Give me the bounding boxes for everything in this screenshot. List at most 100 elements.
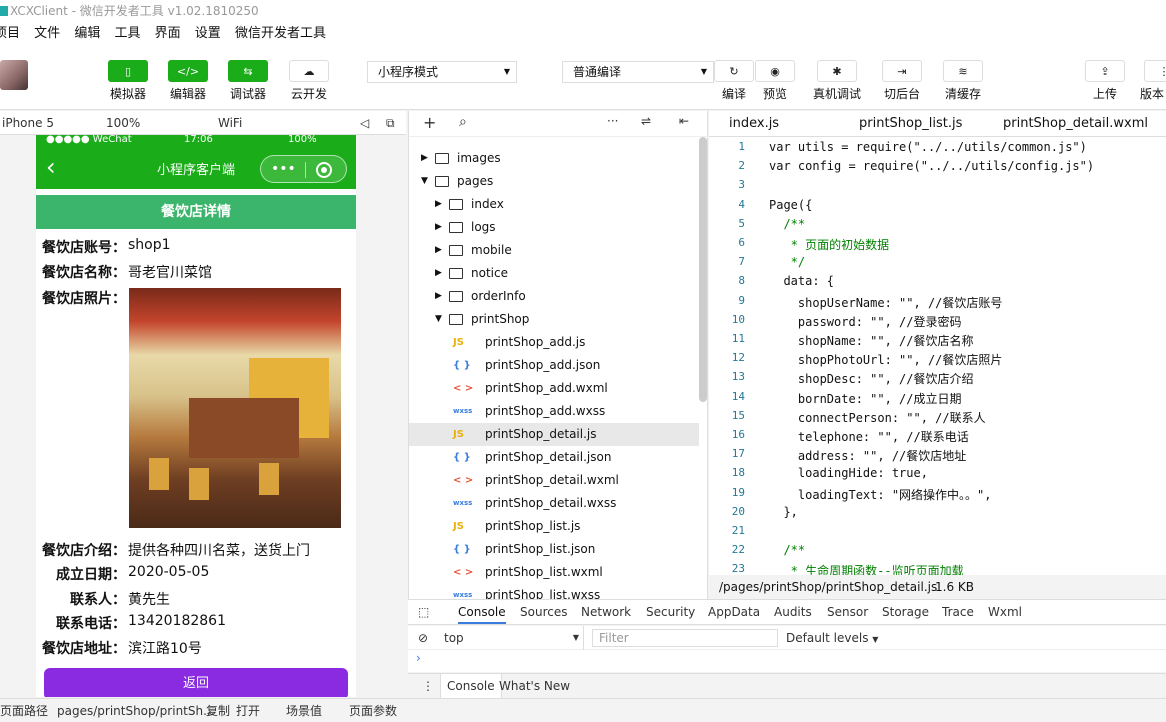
tree-folder[interactable]: ▶ images <box>409 147 699 170</box>
menu-file[interactable]: 文件 <box>34 26 60 41</box>
tab-storage[interactable]: Storage <box>882 600 929 624</box>
tree-file[interactable]: < > printShop_list.wxml <box>409 561 699 584</box>
tree-item-label: orderInfo <box>471 289 526 303</box>
version-button[interactable]: ⋮ 版本 <box>1140 60 1166 102</box>
upload-button[interactable]: ⇪ 上传 <box>1085 60 1125 102</box>
tab-index-js[interactable]: index.js <box>729 111 779 137</box>
chevron-right-icon[interactable]: ▶ <box>435 285 442 308</box>
tab-trace[interactable]: Trace <box>942 600 974 624</box>
tree-folder[interactable]: ▼ printShop <box>409 308 699 331</box>
tab-security[interactable]: Security <box>646 600 695 624</box>
menu-tools[interactable]: 工具 <box>114 26 140 41</box>
tab-printshop-list-js[interactable]: printShop_list.js <box>859 111 962 137</box>
menu-bar: 项目 文件 编辑 工具 界面 设置 微信开发者工具 <box>0 22 1166 46</box>
tab-audits[interactable]: Audits <box>774 600 812 624</box>
chevron-down-icon[interactable]: ▼ <box>435 308 442 331</box>
remote-debug-button[interactable]: ✱ 真机调试 <box>813 60 861 102</box>
preview-button[interactable]: ◉ 预览 <box>755 60 795 102</box>
open-link[interactable]: 打开 <box>236 699 260 722</box>
menu-edit[interactable]: 编辑 <box>74 26 100 41</box>
inspect-icon[interactable]: ⬚ <box>418 600 429 624</box>
tab-sources[interactable]: Sources <box>520 600 567 624</box>
search-icon[interactable]: ⌕ <box>459 114 467 130</box>
drawer-tab-whats-new[interactable]: What's New <box>499 674 570 698</box>
scene-value[interactable]: 场景值 <box>286 699 322 722</box>
more-dots-icon[interactable]: ••• <box>271 158 296 180</box>
tree-folder[interactable]: ▶ notice <box>409 262 699 285</box>
device-select[interactable]: iPhone 5 <box>0 111 96 135</box>
zoom-select[interactable]: 100% <box>104 111 200 135</box>
tree-file[interactable]: JS printShop_list.js <box>409 515 699 538</box>
context-select[interactable]: top ▼ <box>444 626 584 650</box>
log-levels-select[interactable]: Default levels ▼ <box>786 626 878 652</box>
tree-file[interactable]: JS printShop_detail.js <box>409 423 699 446</box>
tree-folder[interactable]: ▼ pages <box>409 170 699 193</box>
compile-mode-select[interactable]: 普通编译 ▼ <box>562 61 714 83</box>
cloud-dev-button[interactable]: ☁ 云开发 <box>289 60 329 102</box>
network-select[interactable]: WiFi <box>216 111 336 135</box>
tree-folder[interactable]: ▶ index <box>409 193 699 216</box>
menu-wechat-devtools[interactable]: 微信开发者工具 <box>235 26 326 41</box>
drawer-menu-icon[interactable]: ⋮ <box>422 674 434 698</box>
tree-file[interactable]: < > printShop_detail.wxml <box>409 469 699 492</box>
tree-file[interactable]: wxss printShop_add.wxss <box>409 400 699 423</box>
code-editor[interactable]: 1 var utils = require("../../utils/common… <box>709 137 1166 578</box>
plus-icon[interactable]: + <box>423 113 436 132</box>
chevron-right-icon[interactable]: ▶ <box>435 216 442 239</box>
menu-view[interactable]: 界面 <box>155 26 181 41</box>
clear-console-icon[interactable]: ⊘ <box>418 626 428 650</box>
simulator-button[interactable]: ▯ 模拟器 <box>108 60 148 102</box>
more-icon[interactable]: ··· <box>607 114 618 128</box>
tab-wxml[interactable]: Wxml <box>988 600 1022 624</box>
avatar[interactable] <box>0 60 28 90</box>
debugger-button[interactable]: ⇆ 调试器 <box>228 60 268 102</box>
tree-file[interactable]: wxss printShop_detail.wxss <box>409 492 699 515</box>
menu-settings[interactable]: 设置 <box>195 26 221 41</box>
collapse-icon[interactable]: ⇌ <box>641 114 651 128</box>
cloud-upload-icon: ⇪ <box>1085 60 1125 82</box>
line-number: 6 <box>738 236 745 249</box>
tab-network[interactable]: Network <box>581 600 631 624</box>
tab-printshop-detail-wxml[interactable]: printShop_detail.wxml <box>1003 111 1148 137</box>
console-output[interactable]: › <box>408 650 1166 672</box>
mode-select[interactable]: 小程序模式 ▼ <box>367 61 517 83</box>
wxss-file-icon: wxss <box>453 499 473 507</box>
tree-file[interactable]: < > printShop_add.wxml <box>409 377 699 400</box>
tree-item-label: notice <box>471 266 508 280</box>
mute-icon[interactable]: ◁ <box>358 111 369 135</box>
page-params[interactable]: 页面参数 <box>349 699 397 722</box>
tree-folder[interactable]: ▶ orderInfo <box>409 285 699 308</box>
editor-button[interactable]: </> 编辑器 <box>168 60 208 102</box>
filter-input[interactable]: Filter <box>592 629 778 647</box>
capsule-menu[interactable]: ••• <box>260 155 347 183</box>
chevron-right-icon[interactable]: ▶ <box>435 262 442 285</box>
close-mini-program-icon[interactable] <box>316 162 332 178</box>
drawer-tab-console[interactable]: Console <box>440 674 502 698</box>
tree-file[interactable]: { } printShop_list.json <box>409 538 699 561</box>
clear-cache-button[interactable]: ≋ 清缓存 <box>943 60 983 102</box>
tree-file[interactable]: JS printShop_add.js <box>409 331 699 354</box>
compile-button[interactable]: ↻ 编译 <box>714 60 754 102</box>
menu-project[interactable]: 项目 <box>0 26 20 41</box>
tree-folder[interactable]: ▶ logs <box>409 216 699 239</box>
tree-file[interactable]: { } printShop_detail.json <box>409 446 699 469</box>
tab-appdata[interactable]: AppData <box>708 600 760 624</box>
tree-folder[interactable]: ▶ mobile <box>409 239 699 262</box>
tab-sensor[interactable]: Sensor <box>827 600 868 624</box>
tree-item-label: printShop_list.json <box>485 542 596 556</box>
chevron-down-icon[interactable]: ▼ <box>421 170 428 193</box>
chevron-right-icon[interactable]: ▶ <box>435 239 442 262</box>
code-line: var config = require("../../utils/config… <box>769 159 1095 174</box>
tab-console[interactable]: Console <box>458 600 506 624</box>
background-button[interactable]: ⇥ 切后台 <box>882 60 922 102</box>
sidebar-toggle-icon[interactable]: ⇤ <box>679 114 689 128</box>
window-icon[interactable]: ⧉ <box>384 111 395 135</box>
line-number: 19 <box>731 485 745 499</box>
return-button[interactable]: 返回 <box>44 668 348 697</box>
explorer-scrollbar[interactable] <box>699 137 707 402</box>
chevron-right-icon[interactable]: ▶ <box>435 193 442 216</box>
code-line: shopUserName: "", //餐饮店账号 <box>769 295 1003 310</box>
copy-link[interactable]: 复制 <box>206 699 230 722</box>
chevron-right-icon[interactable]: ▶ <box>421 147 428 170</box>
tree-file[interactable]: { } printShop_add.json <box>409 354 699 377</box>
